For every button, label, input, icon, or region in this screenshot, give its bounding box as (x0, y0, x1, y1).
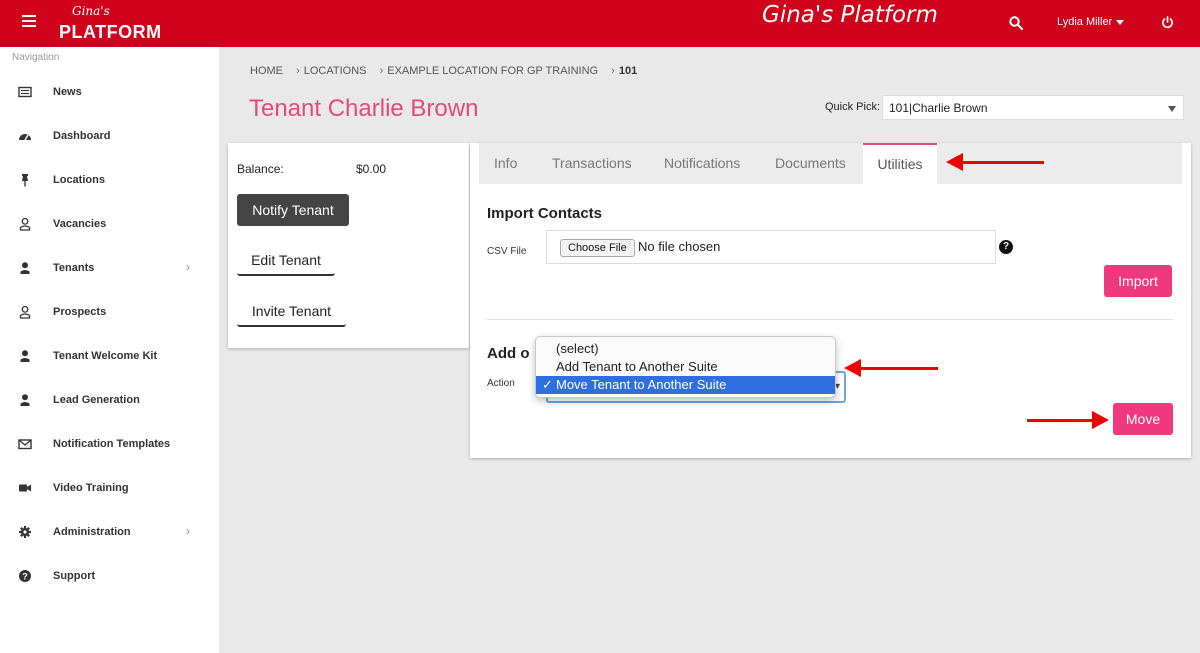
section-divider (487, 319, 1173, 320)
sidebar-item-prospects[interactable]: Prospects (0, 297, 219, 327)
notify-tenant-button[interactable]: Notify Tenant (237, 194, 349, 226)
move-button[interactable]: Move (1113, 403, 1173, 435)
tab-documents[interactable]: Documents (775, 143, 846, 184)
sidebar-item-locations[interactable]: Locations (0, 165, 219, 195)
tab-bar: Info Transactions Notifications Document… (479, 143, 1182, 184)
dropdown-option[interactable]: (select) (536, 340, 835, 358)
power-icon[interactable] (1161, 16, 1174, 29)
nav-section-label: Navigation (12, 52, 60, 63)
sidebar-item-tenant-welcome-kit[interactable]: Tenant Welcome Kit (0, 341, 219, 371)
balance-value: $0.00 (356, 162, 387, 176)
caret-down-icon (1116, 19, 1125, 25)
add-or-move-title: Add o (487, 345, 530, 362)
gear-icon (19, 526, 31, 538)
sidebar-item-notification-templates[interactable]: Notification Templates (0, 429, 219, 459)
user-outline-icon (19, 305, 31, 319)
check-icon: ✓ (542, 377, 553, 392)
tab-transactions[interactable]: Transactions (552, 143, 632, 184)
sidebar-item-label: Administration (53, 526, 131, 538)
dashboard-icon (19, 134, 31, 141)
sidebar-item-tenants[interactable]: Tenants › (0, 253, 219, 283)
tab-notifications[interactable]: Notifications (664, 143, 740, 184)
sidebar-item-label: Tenant Welcome Kit (53, 350, 158, 362)
user-name: Lydia Miller (1057, 16, 1113, 28)
search-icon[interactable] (1009, 16, 1023, 30)
import-button[interactable]: Import (1104, 265, 1172, 297)
choose-file-button[interactable]: Choose File (560, 239, 635, 257)
breadcrumb-separator: › (611, 65, 615, 77)
logo-main-text: PLATFORM (59, 22, 162, 42)
tab-utilities[interactable]: Utilities (863, 143, 937, 184)
dropdown-option-selected[interactable]: ✓ Move Tenant to Another Suite (536, 376, 835, 394)
breadcrumb-location[interactable]: EXAMPLE LOCATION FOR GP TRAINING (387, 65, 598, 77)
sidebar-item-news[interactable]: News (0, 77, 219, 107)
quick-pick-select[interactable]: 101|Charlie Brown (882, 95, 1184, 120)
sidebar-item-lead-generation[interactable]: Lead Generation (0, 385, 219, 415)
breadcrumb-separator: › (296, 65, 300, 77)
chevron-right-icon: › (186, 524, 190, 538)
sidebar-item-label: Video Training (53, 482, 129, 494)
action-dropdown-menu: (select) Add Tenant to Another Suite ✓ Mo… (535, 336, 836, 398)
logo-script-text: Gina's (72, 4, 110, 18)
file-status-text: No file chosen (638, 239, 721, 254)
user-icon (20, 350, 30, 362)
action-label: Action (487, 378, 515, 389)
newspaper-icon (18, 86, 32, 98)
top-bar: Gina's PLATFORM Gina's Platform Lydia Mi… (0, 0, 1200, 47)
user-menu[interactable]: Lydia Miller (1057, 16, 1125, 28)
breadcrumb-separator: › (379, 65, 384, 77)
sidebar-item-support[interactable]: ? Support (0, 561, 219, 591)
sidebar-item-dashboard[interactable]: Dashboard (0, 121, 219, 151)
csv-file-label: CSV File (487, 246, 527, 257)
envelope-icon (18, 439, 32, 450)
balance-label: Balance: (237, 162, 284, 176)
dropdown-arrow-icon (1168, 106, 1176, 112)
breadcrumb-current: 101 (618, 65, 638, 77)
edit-tenant-button[interactable]: Edit Tenant (237, 244, 335, 276)
sidebar-item-label: Support (53, 570, 96, 582)
sidebar-item-label: Prospects (53, 306, 107, 318)
breadcrumb-locations[interactable]: LOCATIONS (304, 65, 367, 77)
question-circle-icon: ? (19, 570, 31, 582)
page-title: Tenant Charlie Brown (249, 95, 479, 122)
sidebar-item-label: News (53, 86, 82, 98)
sidebar: Navigation News Dashboard Locations Vaca… (0, 47, 219, 653)
svg-text:?: ? (22, 572, 28, 582)
dropdown-option[interactable]: Add Tenant to Another Suite (536, 358, 835, 376)
quick-pick-label: Quick Pick: (825, 101, 881, 113)
csv-file-input[interactable]: Choose File No file chosen (546, 230, 996, 264)
user-outline-icon (19, 217, 31, 231)
sidebar-item-administration[interactable]: Administration › (0, 517, 219, 547)
tab-info[interactable]: Info (494, 143, 517, 184)
chevron-right-icon: › (186, 260, 190, 274)
sidebar-item-video-training[interactable]: Video Training (0, 473, 219, 503)
sidebar-item-label: Dashboard (53, 130, 111, 142)
breadcrumb: HOME › LOCATIONS › EXAMPLE LOCATION FOR GP… (250, 65, 647, 77)
tenant-actions-card: Balance: $0.00 Notify Tenant Edit Tenant… (228, 143, 469, 348)
sidebar-item-label: Notification Templates (53, 438, 171, 450)
hamburger-menu-icon[interactable] (22, 15, 36, 29)
sidebar-item-vacancies[interactable]: Vacancies (0, 209, 219, 239)
sidebar-item-label: Locations (53, 174, 105, 186)
sidebar-item-label: Vacancies (53, 218, 107, 230)
user-icon (20, 394, 30, 406)
tenant-details-card: Info Transactions Notifications Document… (470, 143, 1191, 458)
platform-title: Gina's Platform (762, 2, 938, 28)
invite-tenant-button[interactable]: Invite Tenant (237, 295, 346, 327)
pushpin-icon (22, 174, 28, 187)
sidebar-item-label: Lead Generation (53, 394, 140, 406)
user-icon (20, 262, 30, 274)
sidebar-item-label: Tenants (53, 262, 95, 274)
import-contacts-title: Import Contacts (487, 205, 603, 222)
breadcrumb-home[interactable]: HOME (250, 65, 283, 77)
help-icon[interactable]: ? (999, 240, 1013, 254)
quick-pick-value: 101|Charlie Brown (889, 101, 988, 115)
video-camera-icon (19, 484, 31, 492)
